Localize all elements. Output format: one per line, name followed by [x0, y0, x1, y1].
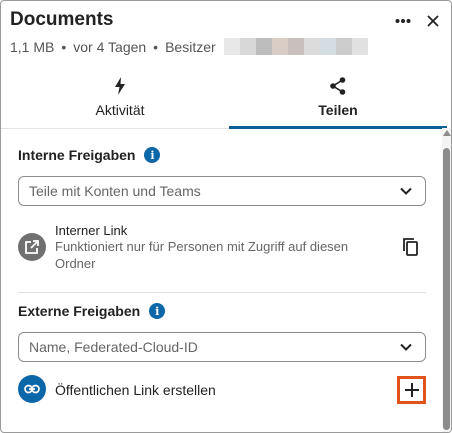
internal-link-title: Interner Link: [55, 223, 128, 238]
file-size: 1,1 MB: [10, 38, 55, 55]
internal-link-description: Funktioniert nur für Personen mit Zugrif…: [55, 239, 349, 271]
redacted-block: [303, 38, 320, 55]
more-horizontal-icon: [395, 19, 411, 23]
tab-share[interactable]: Teilen: [229, 71, 447, 129]
redacted-block: [351, 38, 368, 55]
scroll-up-arrow[interactable]: [443, 130, 451, 136]
select-placeholder: Teile mit Konten und Teams: [29, 183, 201, 199]
redacted-block: [239, 38, 256, 55]
section-divider: [18, 292, 426, 293]
copy-internal-link-button[interactable]: [400, 236, 422, 258]
tab-label: Aktivität: [95, 102, 145, 118]
file-meta: 1,1 MB • vor 4 Tagen • Besitzer: [10, 38, 368, 55]
info-icon[interactable]: i: [144, 147, 161, 163]
active-tab-indicator: [229, 126, 447, 129]
internal-shares-heading: Interne Freigaben i: [18, 147, 161, 163]
separator-dot: •: [153, 38, 159, 55]
redacted-block: [335, 38, 352, 55]
section-title: Interne Freigaben: [18, 147, 136, 163]
page-title: Documents: [10, 9, 114, 30]
chevron-down-icon: [400, 187, 412, 195]
copy-icon: [403, 238, 418, 256]
tab-activity[interactable]: Aktivität: [11, 71, 229, 128]
tab-label: Teilen: [318, 102, 358, 118]
modified-time: vor 4 Tagen: [73, 38, 147, 55]
redacted-block: [287, 38, 304, 55]
public-link-label: Öffentlichen Link erstellen: [55, 382, 216, 398]
share-icon: [330, 76, 346, 96]
separator-dot: •: [61, 38, 67, 55]
select-placeholder: Name, Federated-Cloud-ID: [29, 339, 198, 355]
section-title: Externe Freigaben: [18, 303, 141, 319]
lightning-icon: [114, 76, 126, 96]
redacted-block: [223, 38, 240, 55]
close-button[interactable]: [421, 9, 445, 33]
redacted-block: [255, 38, 272, 55]
create-public-link-button[interactable]: [397, 376, 426, 404]
chevron-down-icon: [400, 343, 412, 351]
info-icon[interactable]: i: [149, 303, 166, 319]
scrollbar-thumb[interactable]: [443, 148, 450, 430]
open-external-icon: [18, 233, 46, 261]
owner-name-redacted: [223, 38, 368, 55]
external-shares-heading: Externe Freigaben i: [18, 303, 166, 319]
close-icon: [427, 15, 439, 27]
redacted-block: [319, 38, 336, 55]
tab-bar: Aktivität Teilen: [1, 71, 451, 129]
plus-icon: [404, 383, 419, 397]
owner-label: Besitzer: [165, 38, 216, 55]
external-share-select[interactable]: Name, Federated-Cloud-ID: [18, 332, 426, 362]
redacted-block: [271, 38, 288, 55]
internal-share-select[interactable]: Teile mit Konten und Teams: [18, 176, 426, 206]
link-icon: [18, 375, 46, 403]
scrollbar[interactable]: [442, 128, 451, 432]
sharing-sidebar: Documents 1,1 MB • vor 4 Tagen • Besitze…: [0, 0, 452, 433]
more-options-button[interactable]: [391, 9, 415, 33]
